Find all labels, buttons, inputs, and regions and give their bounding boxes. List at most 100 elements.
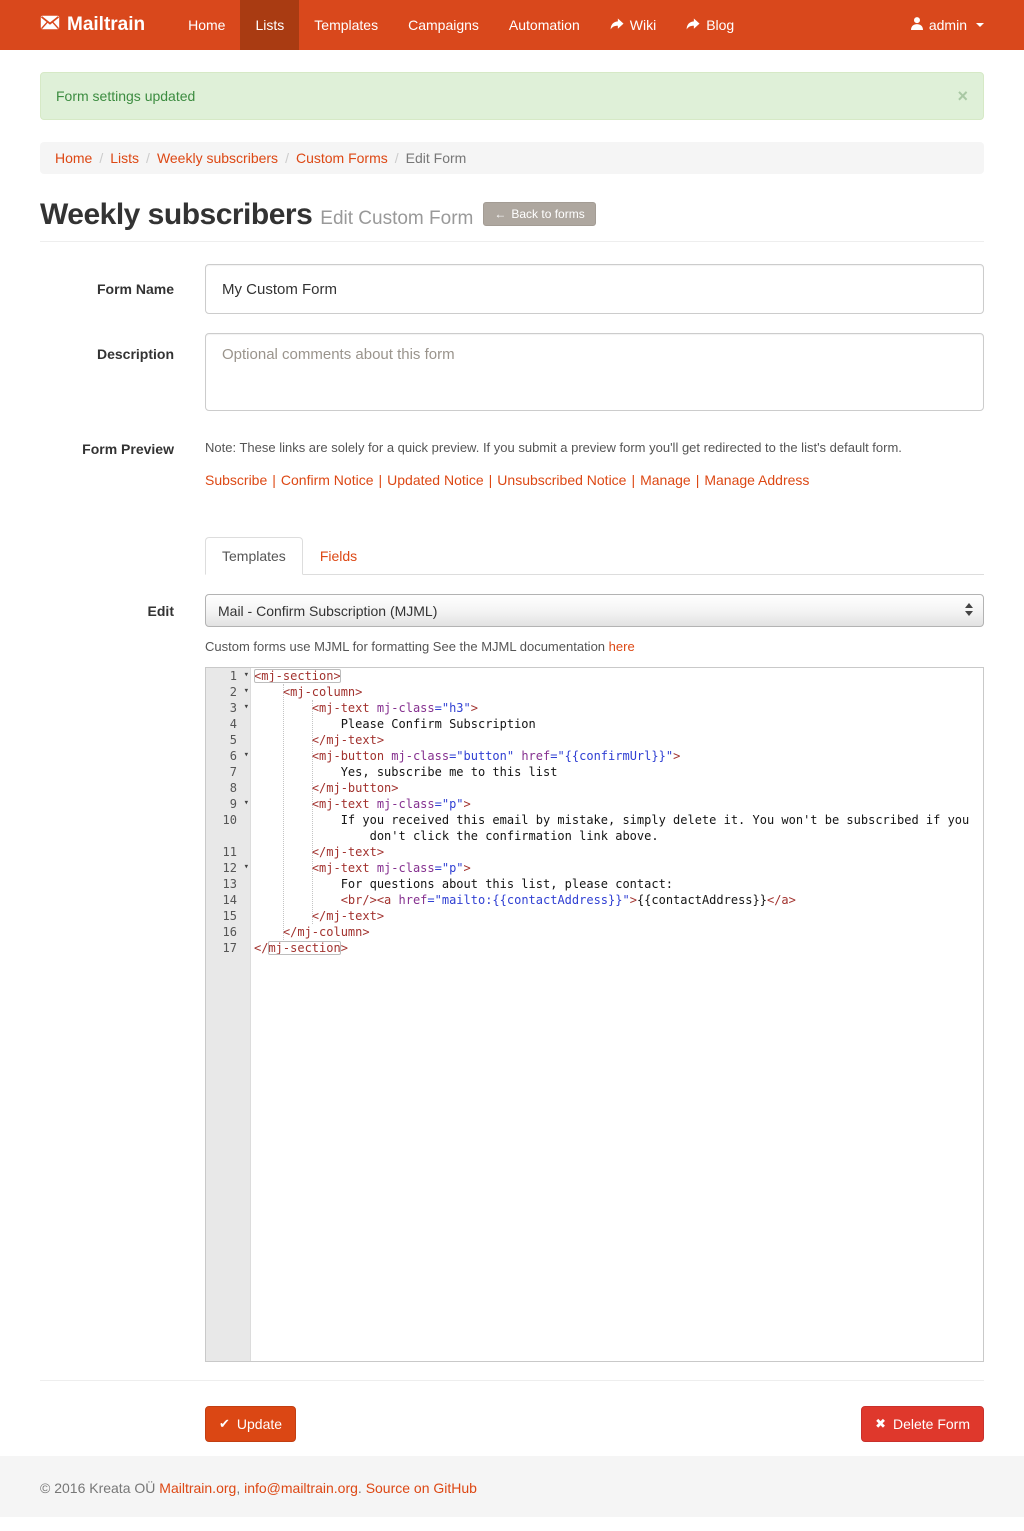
preview-link-separator: | [374,472,388,488]
code-token: </mj-text> [312,845,384,859]
editor-code-line: <mj-column> [254,684,983,700]
breadcrumb-label: Weekly subscribers [157,150,278,166]
envelope-icon [40,14,60,36]
code-token: </a> [767,893,796,907]
editor-code-line: </mj-text> [254,844,983,860]
alert-close-button[interactable]: × [957,89,968,103]
breadcrumb-item-weekly-subscribers[interactable]: /Weekly subscribers [139,150,278,166]
editor-line-number: 13 [206,876,250,892]
footer-copyright: © 2016 Kreata OÜ [40,1480,159,1496]
page-footer: © 2016 Kreata OÜ Mailtrain.org, info@mai… [0,1456,1024,1517]
breadcrumb-label: Custom Forms [296,150,388,166]
editor-code-line: Please Confirm Subscription [254,716,983,732]
code-token: href [391,893,427,907]
breadcrumb-label: Lists [110,150,139,166]
fold-toggle-icon[interactable]: ▾ [244,667,249,683]
nav-item-blog[interactable]: Blog [671,0,749,50]
editor-line-number: 1▾ [206,668,250,684]
nav-item-automation[interactable]: Automation [494,0,595,50]
editor-code-line: <mj-section> [254,668,983,684]
code-token: mj-class [370,797,435,811]
code-token: </mj-button> [312,781,399,795]
breadcrumb-separator: / [92,150,110,166]
nav-item-label: Home [188,17,225,33]
main-nav: Home ListsTemplatesCampaignsAutomationWik… [173,0,749,50]
preview-link-manage[interactable]: Manage [640,472,691,488]
edit-label: Edit [40,603,174,619]
share-arrow-icon [686,17,700,33]
breadcrumb-separator: / [278,150,296,166]
fold-toggle-icon[interactable]: ▾ [244,699,249,715]
nav-item-campaigns[interactable]: Campaigns [393,0,494,50]
code-token: </mj-text> [312,909,384,923]
fold-toggle-icon[interactable]: ▾ [244,859,249,875]
template-select[interactable]: Mail - Confirm Subscription (MJML) [205,594,984,627]
nav-item-templates[interactable]: Templates [299,0,393,50]
nav-item-wiki[interactable]: Wiki [595,0,671,50]
code-token: <mj-section> [254,669,341,683]
editor-code-line: <mj-button mj-class="button" href="{{con… [254,748,983,764]
editor-line-number: 9▾ [206,796,250,812]
form-name-input[interactable] [205,264,984,314]
editor-code-line: If you received this email by mistake, s… [254,812,983,828]
code-token: ="p" [435,797,464,811]
preview-link-subscribe[interactable]: Subscribe [205,472,267,488]
page-title: Weekly subscribers [40,198,312,231]
mjml-code-editor[interactable]: 1▾2▾3▾456▾789▾101112▾1314151617 <mj-sect… [205,667,984,1362]
preview-link-unsubscribed-notice[interactable]: Unsubscribed Notice [497,472,626,488]
editor-line-number: 3▾ [206,700,250,716]
update-button[interactable]: ✔ Update [205,1406,296,1442]
chevron-down-icon [976,23,984,27]
breadcrumb-item-home[interactable]: Home [55,150,92,166]
preview-link-separator: | [484,472,498,488]
editor-line-number: 16 [206,924,250,940]
nav-item-home[interactable]: Home [173,0,240,50]
tab-fields[interactable]: Fields [303,537,374,575]
editor-code-line: Yes, subscribe me to this list [254,764,983,780]
footer-copyright: , [236,1480,244,1496]
editor-line-number: 10 [206,812,250,828]
preview-link-separator: | [626,472,640,488]
code-token: > [464,861,471,875]
tab-templates[interactable]: Templates [205,537,303,575]
code-token: <mj-text [312,701,370,715]
delete-form-button[interactable]: ✖ Delete Form [861,1406,984,1442]
code-token: > [341,941,348,955]
code-token: mj-class [370,861,435,875]
editor-code-line: <br/><a href="mailto:{{contactAddress}}"… [254,892,983,908]
alert-message: Form settings updated [56,88,195,104]
divider [40,1380,984,1381]
footer-link-mailtrain-org[interactable]: Mailtrain.org [159,1480,236,1496]
description-textarea[interactable] [205,333,984,411]
preview-note: Note: These links are solely for a quick… [205,440,984,455]
code-token: {{contactAddress}} [637,893,767,907]
editor-code-line: </mj-text> [254,908,983,924]
footer-link-source-on-github[interactable]: Source on GitHub [366,1480,477,1496]
brand-mailtrain[interactable]: Mailtrain [40,0,159,50]
user-menu[interactable]: admin [911,0,984,50]
editor-code-line: </mj-text> [254,732,983,748]
preview-link-confirm-notice[interactable]: Confirm Notice [281,472,374,488]
code-token: ="mailto:{{contactAddress}}" [427,893,629,907]
footer-link-info-mailtrain-org[interactable]: info@mailtrain.org [244,1480,358,1496]
description-label: Description [40,333,174,414]
fold-toggle-icon[interactable]: ▾ [244,683,249,699]
mjml-doc-link[interactable]: here [609,639,635,654]
back-to-forms-button[interactable]: ←Back to forms [483,202,595,226]
fold-toggle-icon[interactable]: ▾ [244,795,249,811]
preview-link-separator: | [691,472,705,488]
editor-code-area[interactable]: <mj-section> <mj-column> <mj-text mj-cla… [251,668,983,1361]
code-token: > [673,749,680,763]
editor-line-number: 8 [206,780,250,796]
editor-code-line: <mj-text mj-class="p"> [254,796,983,812]
preview-link-updated-notice[interactable]: Updated Notice [387,472,484,488]
fold-toggle-icon[interactable]: ▾ [244,747,249,763]
editor-line-number: 6▾ [206,748,250,764]
preview-link-manage-address[interactable]: Manage Address [704,472,809,488]
breadcrumb-item-custom-forms[interactable]: /Custom Forms [278,150,388,166]
editor-line-number: 11 [206,844,250,860]
breadcrumb-item-lists[interactable]: /Lists [92,150,139,166]
code-token [254,685,283,699]
nav-item-lists[interactable]: Lists [240,0,299,50]
editor-code-line: don't click the confirmation link above. [254,828,983,844]
